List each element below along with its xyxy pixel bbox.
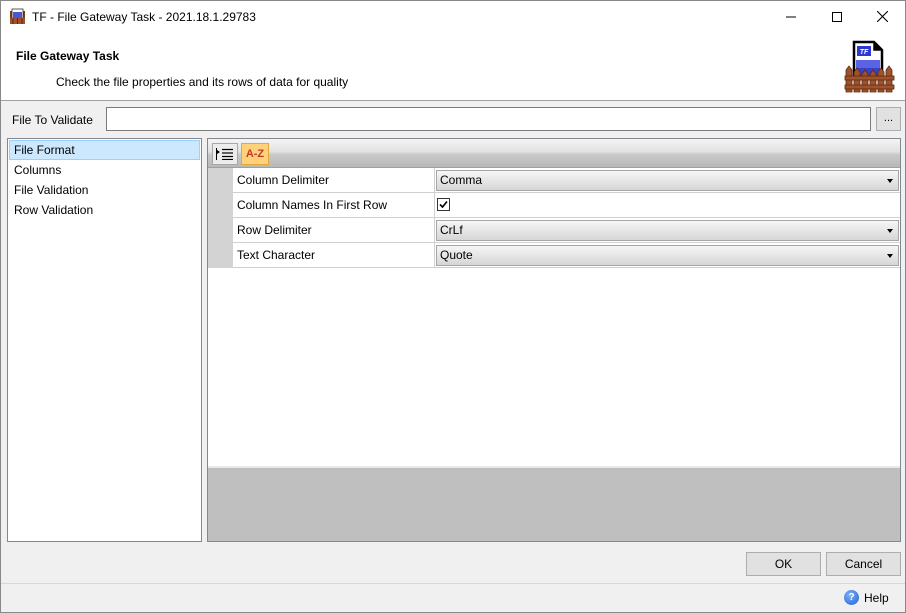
property-name-text-character[interactable]: Text Character [233,243,435,267]
help-link[interactable]: ? Help [844,590,889,605]
property-grid: A-Z Column Delimiter Comma Column Names … [207,138,901,542]
minimize-icon [786,16,796,17]
title-bar: TF - File Gateway Task - 2021.18.1.29783 [1,1,905,32]
property-value-cell: Quote [435,243,900,267]
row-gutter [208,168,233,268]
property-row: Column Delimiter Comma [233,168,900,193]
property-row: Text Character Quote [233,243,900,268]
nav-item-row-validation[interactable]: Row Validation [9,200,200,220]
property-grid-toolbar: A-Z [208,139,900,168]
column-delimiter-dropdown[interactable]: Comma [436,170,899,191]
tf-package-icon [10,8,25,24]
column-delimiter-value: Comma [440,173,483,187]
page-subtitle: Check the file properties and its rows o… [56,75,349,89]
status-bar [1,583,905,612]
maximize-icon [832,11,842,22]
alphabetical-sort-button[interactable]: A-Z [241,143,269,165]
categorized-icon [216,148,233,160]
property-rows: Column Delimiter Comma Column Names In F… [208,168,900,268]
property-value-cell [435,193,900,217]
categorized-button[interactable] [212,143,238,165]
chevron-down-icon [887,229,893,233]
file-to-validate-label: File To Validate [12,113,93,127]
property-description-pane [208,466,900,541]
chevron-down-icon [887,179,893,183]
row-delimiter-value: CrLf [440,223,463,237]
logo-text: TF [860,49,869,56]
page-title: File Gateway Task [16,49,120,63]
property-row: Column Names In First Row [233,193,900,218]
minimize-button[interactable] [768,1,814,32]
dialog-header: File Gateway Task Check the file propert… [1,32,905,101]
nav-item-file-format[interactable]: File Format [9,140,200,160]
help-icon: ? [844,590,859,605]
column-names-first-row-checkbox[interactable] [437,198,450,211]
cancel-button[interactable]: Cancel [826,552,901,576]
tf-file-fence-logo: TF [844,40,895,93]
checkmark-icon [439,200,448,209]
text-character-value: Quote [440,248,473,262]
close-icon [876,11,888,22]
property-value-cell: Comma [435,168,900,192]
chevron-down-icon [887,254,893,258]
property-row: Row Delimiter CrLf [233,218,900,243]
property-name-column-names-first-row[interactable]: Column Names In First Row [233,193,435,217]
property-name-column-delimiter[interactable]: Column Delimiter [233,168,435,192]
property-value-cell: CrLf [435,218,900,242]
help-label: Help [864,590,889,605]
property-name-row-delimiter[interactable]: Row Delimiter [233,218,435,242]
nav-item-columns[interactable]: Columns [9,160,200,180]
dialog-window: TF - File Gateway Task - 2021.18.1.29783… [0,0,906,613]
nav-item-file-validation[interactable]: File Validation [9,180,200,200]
row-delimiter-dropdown[interactable]: CrLf [436,220,899,241]
maximize-button[interactable] [814,1,860,32]
close-button[interactable] [859,1,905,32]
ok-button[interactable]: OK [746,552,821,576]
section-list: File Format Columns File Validation Row … [7,138,202,542]
file-to-validate-input[interactable] [106,107,871,131]
window-title: TF - File Gateway Task - 2021.18.1.29783 [32,10,256,24]
text-character-dropdown[interactable]: Quote [436,245,899,266]
browse-button[interactable]: ... [876,107,901,131]
